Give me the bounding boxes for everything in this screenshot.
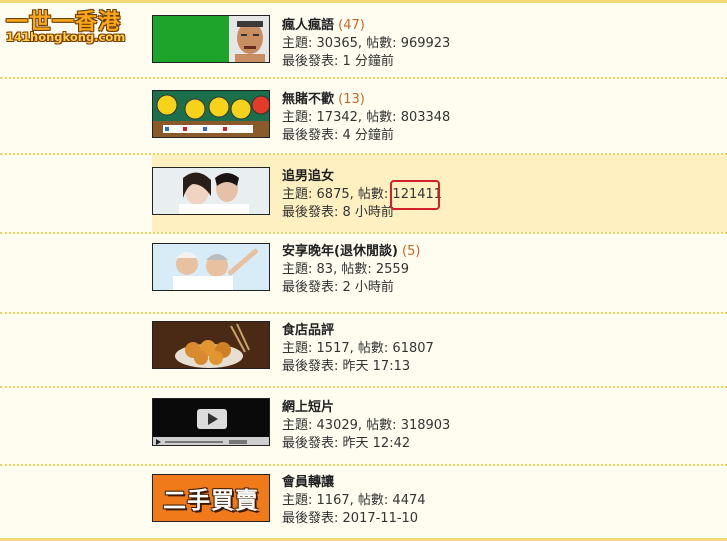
posts-label: 帖數 [357, 187, 384, 202]
new-post-count: (5) [402, 244, 421, 259]
posts-value: 969923 [400, 36, 451, 51]
last-post-label: 最後發表 [282, 436, 335, 451]
green-portrait-icon [153, 16, 269, 62]
posts-label: 帖數 [366, 418, 393, 433]
posts-label: 帖數 [357, 493, 384, 508]
forum-thumbnail[interactable] [152, 321, 270, 369]
site-logo[interactable]: 一世一香港 141hongkong.com [2, 4, 130, 46]
last-post-link[interactable]: 2 小時前 [343, 280, 394, 295]
annotation-highlight-box [390, 180, 440, 210]
last-post-link[interactable]: 1 分鐘前 [343, 54, 394, 69]
topics-value: 17342 [316, 110, 358, 125]
last-post-label: 最後發表 [282, 280, 335, 295]
food-bowl-icon [153, 322, 269, 368]
new-post-count: (13) [338, 92, 365, 107]
topics-label: 主題 [282, 187, 309, 202]
posts-value: 61807 [392, 341, 434, 356]
forum-thumbnail[interactable] [152, 243, 270, 291]
logo-sub-text: 141hongkong.com [6, 30, 126, 44]
forum-thumbnail[interactable] [152, 15, 270, 63]
forum-name-link[interactable]: 網上短片 [282, 400, 334, 415]
topics-value: 6875 [316, 187, 350, 202]
posts-label: 帖數 [341, 262, 368, 277]
last-post-label: 最後發表 [282, 359, 335, 374]
last-post-label: 最後發表 [282, 54, 335, 69]
forum-row: 二手買賣 會員轉讓 主題: 1167, 帖數: 4474 最後發表: 2017-… [0, 466, 727, 541]
video-player-icon [153, 399, 269, 445]
posts-label: 帖數 [357, 341, 384, 356]
last-post-link[interactable]: 8 小時前 [343, 205, 394, 220]
topics-label: 主題 [282, 418, 309, 433]
forum-row: 無賭不歡 (13) 主題: 17342, 帖數: 803348 最後發表: 4 … [0, 77, 727, 155]
forum-name-link[interactable]: 瘋人瘋語 [282, 18, 334, 33]
last-post-label: 最後發表 [282, 511, 335, 526]
topics-value: 30365 [316, 36, 358, 51]
forum-row: 安享晚年(退休閒談) (5) 主題: 83, 帖數: 2559 最後發表: 2 … [0, 234, 727, 314]
forum-thumbnail[interactable]: 二手買賣 [152, 474, 270, 522]
posts-value: 2559 [375, 262, 409, 277]
last-post-link[interactable]: 昨天 12:42 [343, 436, 411, 451]
forum-thumbnail[interactable] [152, 90, 270, 138]
topics-label: 主題 [282, 493, 309, 508]
forum-thumbnail[interactable] [152, 167, 270, 215]
posts-value: 803348 [400, 110, 451, 125]
last-post-link[interactable]: 4 分鐘前 [343, 128, 394, 143]
forum-thumbnail[interactable] [152, 398, 270, 446]
forum-name-link[interactable]: 追男追女 [282, 169, 334, 184]
forum-row: 追男追女 主題: 6875, 帖數: 121411 最後發表: 8 小時前 [0, 155, 727, 234]
forum-name-link[interactable]: 食店品評 [282, 323, 334, 338]
topics-label: 主題 [282, 110, 309, 125]
last-post-link[interactable]: 2017-11-10 [343, 511, 419, 526]
forum-row: 網上短片 主題: 43029, 帖數: 318903 最後發表: 昨天 12:4… [0, 388, 727, 466]
second-hand-sign-icon: 二手買賣 [153, 475, 269, 521]
forum-name-link[interactable]: 會員轉讓 [282, 475, 334, 490]
last-post-link[interactable]: 昨天 17:13 [343, 359, 411, 374]
topics-value: 1167 [316, 493, 350, 508]
posts-label: 帖數 [366, 36, 393, 51]
forum-name-link[interactable]: 安享晚年(退休閒談) [282, 244, 398, 259]
posts-value: 318903 [400, 418, 451, 433]
topics-label: 主題 [282, 341, 309, 356]
topics-label: 主題 [282, 36, 309, 51]
forum-row: 食店品評 主題: 1517, 帖數: 61807 最後發表: 昨天 17:13 [0, 314, 727, 388]
elderly-couple-icon [153, 244, 269, 290]
last-post-label: 最後發表 [282, 205, 335, 220]
topics-label: 主題 [282, 262, 309, 277]
last-post-label: 最後發表 [282, 128, 335, 143]
topics-value: 1517 [316, 341, 350, 356]
forum-name-link[interactable]: 無賭不歡 [282, 92, 334, 107]
new-post-count: (47) [338, 18, 365, 33]
posts-label: 帖數 [366, 110, 393, 125]
couple-icon [153, 168, 269, 214]
posts-value: 4474 [392, 493, 426, 508]
mahjong-smileys-icon [153, 91, 269, 137]
topics-value: 83 [316, 262, 334, 277]
thumbnail-sign-text: 二手買賣 [163, 488, 259, 514]
topics-value: 43029 [316, 418, 358, 433]
